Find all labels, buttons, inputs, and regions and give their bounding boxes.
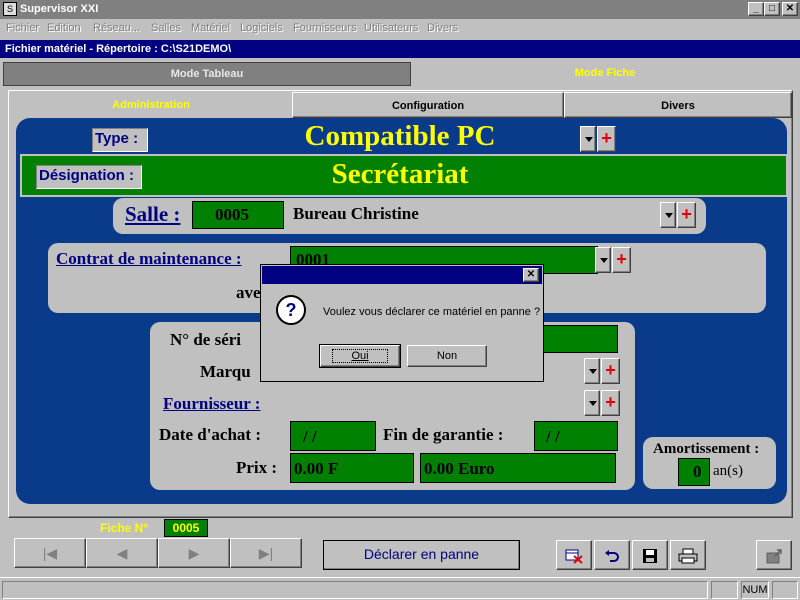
menu-fichier[interactable]: Fichier [6, 22, 39, 34]
undo-button[interactable] [594, 540, 630, 570]
contrat-dropdown-button[interactable] [595, 247, 611, 273]
menu-divers[interactable]: Divers [427, 22, 458, 34]
question-icon: ? [276, 295, 306, 325]
path-bar: Fichier matériel - Répertoire : C:\S21DE… [0, 40, 800, 58]
avec-label: ave [236, 283, 261, 302]
fournisseur-label[interactable]: Fournisseur : [163, 394, 260, 414]
save-button[interactable] [632, 540, 668, 570]
menu-reseau[interactable]: Réseau... [93, 22, 140, 34]
prix-label: Prix : [236, 458, 278, 477]
tab-configuration[interactable]: Configuration [292, 92, 564, 118]
date-achat-label: Date d'achat : [159, 425, 261, 444]
type-add-button[interactable]: + [597, 126, 616, 152]
prix-franc-value: 0.00 F [294, 459, 339, 478]
title-bar: S Supervisor XXI _ □ ✕ [0, 0, 800, 19]
fin-garantie-value: / / [546, 427, 560, 446]
print-button[interactable] [670, 540, 706, 570]
salle-name: Bureau Christine [293, 204, 419, 223]
tab-mode-tableau[interactable]: Mode Tableau [3, 62, 411, 86]
amortissement-value: 0 [693, 462, 702, 481]
confirm-dialog: ✕ ? Voulez vous déclarer ce matériel en … [260, 264, 544, 382]
dialog-close-button[interactable]: ✕ [523, 268, 539, 282]
dialog-message: Voulez vous déclarer ce matériel en pann… [323, 306, 541, 318]
print-icon [678, 548, 698, 564]
designation-label: Désignation : [39, 167, 135, 184]
type-value: Compatible PC [304, 120, 496, 152]
amortissement-label: Amortissement : [653, 441, 760, 457]
tab-divers[interactable]: Divers [564, 92, 792, 118]
menu-salles[interactable]: Salles [151, 22, 181, 34]
exit-icon [766, 549, 782, 564]
nav-prev-button[interactable]: ◀ [86, 538, 158, 568]
close-window-button[interactable]: ✕ [782, 2, 798, 16]
type-label: Type : [95, 130, 139, 147]
type-dropdown-button[interactable] [580, 126, 596, 152]
fin-garantie-label: Fin de garantie : [383, 425, 504, 444]
menu-materiel[interactable]: Matériel [191, 22, 230, 34]
menu-utilisateurs[interactable]: Utilisateurs [364, 22, 418, 34]
menu-logiciels[interactable]: Logiciels [240, 22, 283, 34]
status-scroll-cell [772, 581, 798, 599]
dialog-title-bar[interactable] [262, 266, 542, 284]
status-bar: NUM [0, 577, 800, 600]
delete-record-icon [565, 549, 583, 564]
date-achat-value: / / [303, 427, 317, 446]
tab-administration[interactable]: Administration [10, 92, 292, 118]
app-icon[interactable]: S [3, 2, 17, 16]
nav-next-button[interactable]: ▶ [158, 538, 230, 568]
minimize-button[interactable]: _ [748, 2, 764, 16]
salle-label[interactable]: Salle : [125, 202, 180, 227]
dialog-no-button[interactable]: Non [407, 345, 487, 367]
fournisseur-dropdown-button[interactable] [584, 390, 600, 416]
nav-first-button[interactable]: |◀ [14, 538, 86, 568]
status-message-cell [2, 581, 708, 599]
contrat-label[interactable]: Contrat de maintenance : [56, 249, 242, 269]
window-title: Supervisor XXI [20, 3, 99, 15]
status-cap-cell [711, 581, 738, 599]
menu-fournisseurs[interactable]: Fournisseurs [293, 22, 357, 34]
contrat-add-button[interactable]: + [612, 247, 631, 273]
salle-dropdown-button[interactable] [660, 202, 676, 228]
marque-label: Marqu [200, 362, 251, 381]
salle-add-button[interactable]: + [677, 202, 696, 228]
save-icon [643, 549, 657, 563]
menu-bar: Fichier Edition Réseau... Salles Matérie… [0, 19, 800, 38]
tab-mode-fiche[interactable]: Mode Fiche [412, 62, 798, 86]
menu-edition[interactable]: Edition [47, 22, 81, 34]
marque-add-button[interactable]: + [601, 358, 620, 384]
declare-panne-button[interactable]: Déclarer en panne [323, 540, 520, 570]
salle-code-value: 0005 [215, 205, 249, 224]
status-num-cell: NUM [741, 581, 769, 599]
delete-record-button[interactable] [556, 540, 592, 570]
prix-euro-value: 0.00 Euro [424, 459, 495, 478]
amortissement-unit: an(s) [713, 463, 743, 479]
designation-value[interactable]: Secrétariat [200, 158, 600, 191]
maximize-button[interactable]: □ [764, 2, 780, 16]
marque-dropdown-button[interactable] [584, 358, 600, 384]
undo-icon [605, 550, 619, 562]
dialog-yes-label: Oui [332, 349, 388, 363]
exit-button[interactable] [756, 540, 792, 570]
fiche-number-value: 0005 [164, 519, 208, 537]
fiche-number-label: Fiche N° [100, 521, 149, 535]
serie-label: N° de séri [170, 330, 242, 349]
fournisseur-add-button[interactable]: + [601, 390, 620, 416]
dialog-yes-button[interactable]: Oui [319, 344, 401, 368]
nav-last-button[interactable]: ▶| [230, 538, 302, 568]
